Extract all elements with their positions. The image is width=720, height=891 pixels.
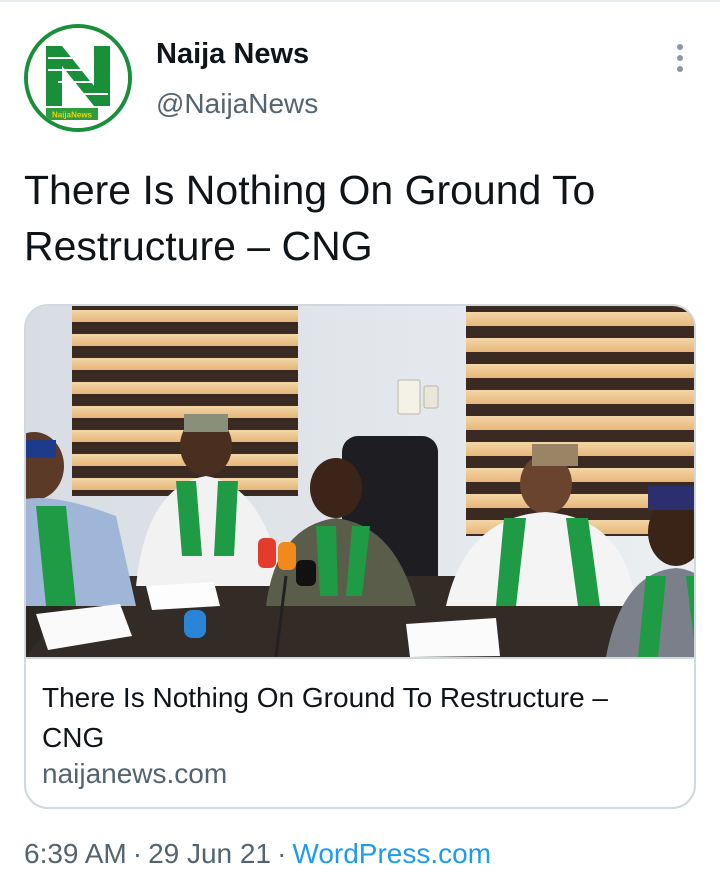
tweet-text: There Is Nothing On Ground To Restructur… [24, 167, 596, 269]
author-handle[interactable]: @NaijaNews [156, 88, 318, 120]
card-domain: naijanews.com [42, 758, 228, 789]
logo-text: NaijaNews [52, 111, 93, 120]
tweet-time[interactable]: 6:39 AM [24, 838, 127, 869]
tweet-meta: 6:39 AM · 29 Jun 21 · WordPress.com [24, 838, 491, 870]
more-options-button[interactable] [664, 40, 696, 76]
author-name[interactable]: Naija News [156, 38, 309, 71]
press-conference-photo-icon [26, 306, 694, 657]
tweet-source-link[interactable]: WordPress.com [292, 838, 491, 869]
card-title[interactable]: There Is Nothing On Ground To Restructur… [42, 678, 672, 758]
top-divider [0, 0, 720, 2]
more-vertical-icon [677, 44, 683, 50]
card-divider [26, 657, 694, 659]
link-card[interactable]: There Is Nothing On Ground To Restructur… [24, 304, 696, 809]
tweet-date[interactable]: 29 Jun 21 [148, 838, 271, 869]
card-image[interactable] [26, 306, 694, 657]
naija-news-logo-icon: NaijaNews [28, 28, 128, 128]
meta-separator: · [132, 838, 143, 869]
meta-separator: · [277, 838, 287, 869]
avatar[interactable]: NaijaNews [24, 24, 132, 132]
